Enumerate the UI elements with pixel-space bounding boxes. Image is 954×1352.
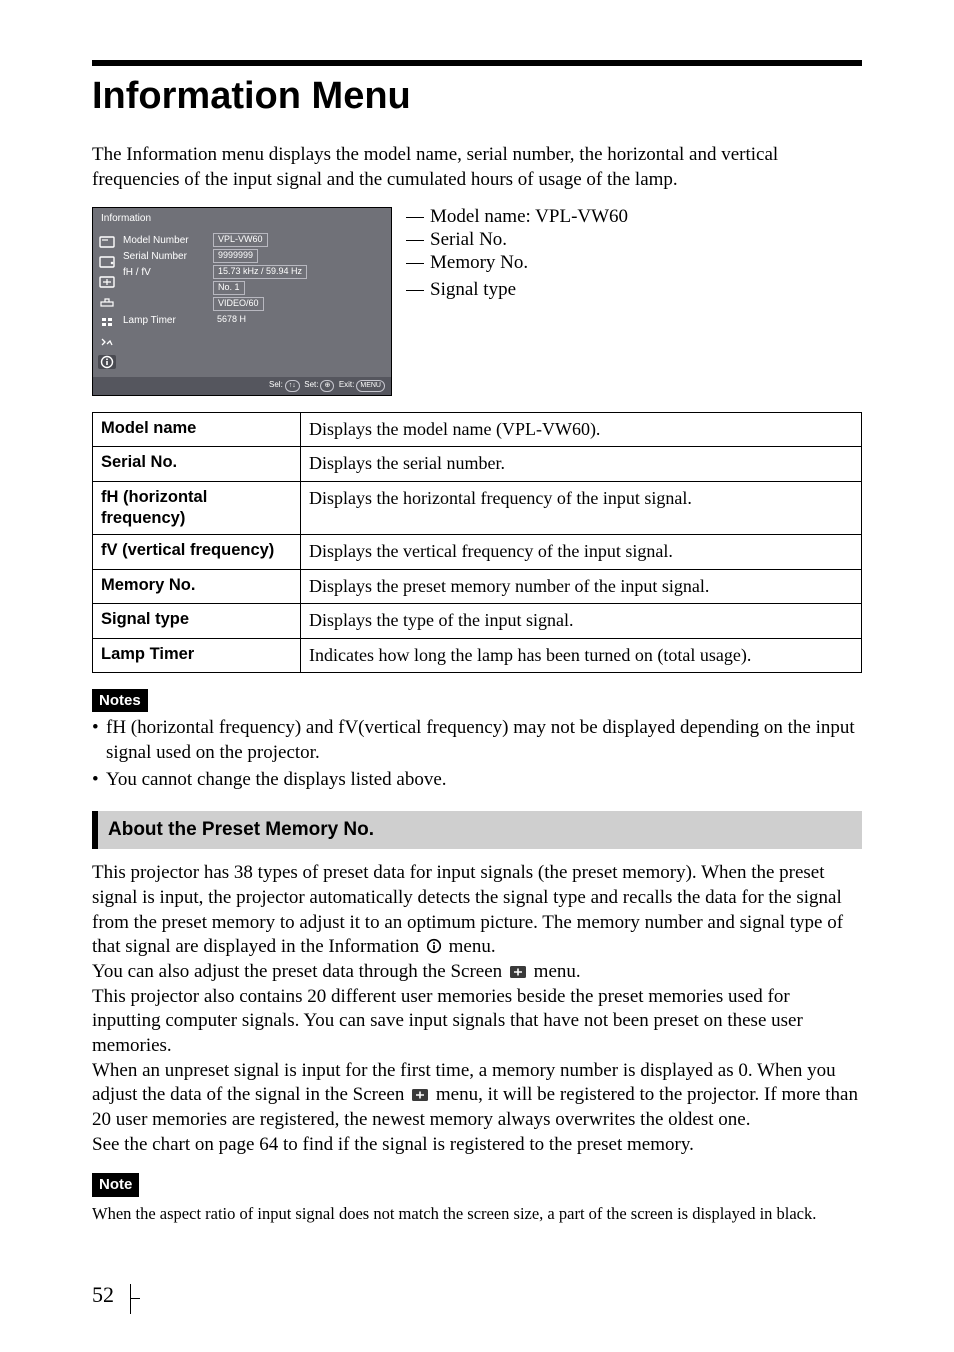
notes-tag: Notes (92, 689, 148, 713)
table-row: Model nameDisplays the model name (VPL-V… (93, 412, 862, 446)
row-header: Serial No. (93, 447, 301, 481)
note-tag: Note (92, 1173, 139, 1197)
osd-serial-value: 9999999 (213, 249, 258, 263)
advanced-picture-icon (98, 255, 116, 269)
callout-memory-no: Memory No. (406, 255, 628, 272)
table-row: fH (horizontal frequency)Displays the ho… (93, 481, 862, 535)
page-title: Information Menu (92, 72, 862, 121)
osd-menu-icons (93, 229, 121, 377)
osd-footer-sel: Sel: (269, 380, 283, 389)
information-icon (98, 355, 116, 369)
table-row: Memory No.Displays the preset memory num… (93, 569, 862, 603)
osd-footer-exit-key: MENU (356, 380, 385, 392)
screen-icon (98, 275, 116, 289)
intro-text: The Information menu displays the model … (92, 143, 862, 192)
table-row: Lamp TimerIndicates how long the lamp ha… (93, 638, 862, 672)
callout-model-name: Model name: VPL-VW60 (406, 209, 628, 226)
body-p1b: menu. (449, 936, 496, 957)
notes-list: fH (horizontal frequency) and fV(vertica… (92, 716, 862, 792)
osd-footer-sel-key: ↑↓ (285, 380, 300, 392)
osd-model-label: Model Number (123, 234, 213, 247)
osd-signal-value: VIDEO/60 (213, 297, 264, 311)
table-row: Serial No.Displays the serial number. (93, 447, 862, 481)
osd-footer: Sel:↑↓ Set:⊕ Exit:MENU (93, 377, 391, 395)
row-desc: Indicates how long the lamp has been tur… (301, 638, 862, 672)
body-p5: See the chart on page 64 to find if the … (92, 1133, 862, 1158)
page-corner-mark (130, 1284, 144, 1314)
screen-icon (509, 965, 527, 979)
callout-signal-type: Signal type (406, 282, 628, 299)
osd-panel: Information Model NumberVPL-VW60 Serial … (92, 207, 392, 396)
title-rule (92, 60, 862, 66)
info-table: Model nameDisplays the model name (VPL-V… (92, 412, 862, 673)
osd-title: Information (93, 208, 391, 229)
body-p3: This projector also contains 20 differen… (92, 985, 862, 1059)
osd-fhfv-label: fH / fV (123, 266, 213, 279)
table-row: Signal typeDisplays the type of the inpu… (93, 604, 862, 638)
osd-footer-set: Set: (304, 380, 318, 389)
section-heading: About the Preset Memory No. (92, 811, 862, 850)
row-desc: Displays the serial number. (301, 447, 862, 481)
row-desc: Displays the model name (VPL-VW60). (301, 412, 862, 446)
osd-serial-label: Serial Number (123, 250, 213, 263)
list-item: You cannot change the displays listed ab… (92, 768, 862, 793)
list-item: fH (horizontal frequency) and fV(vertica… (92, 716, 862, 765)
osd-memory-value: No. 1 (213, 281, 245, 295)
osd-lamp-label: Lamp Timer (123, 314, 213, 327)
row-header: Memory No. (93, 569, 301, 603)
row-header: Model name (93, 412, 301, 446)
body-p2a: You can also adjust the preset data thro… (92, 961, 507, 982)
osd-model-value: VPL-VW60 (213, 233, 268, 247)
picture-icon (98, 235, 116, 249)
body-p2b: menu. (534, 961, 581, 982)
function-icon (98, 315, 116, 329)
page-number: 52 (92, 1281, 114, 1310)
osd-figure: Information Model NumberVPL-VW60 Serial … (92, 207, 862, 396)
installation-icon (98, 335, 116, 349)
osd-callouts: Model name: VPL-VW60 Serial No. Memory N… (392, 207, 628, 300)
osd-footer-exit: Exit: (339, 380, 355, 389)
table-row: fV (vertical frequency)Displays the vert… (93, 535, 862, 569)
callout-serial-no: Serial No. (406, 232, 628, 249)
row-header: fH (horizontal frequency) (93, 481, 301, 535)
screen-icon (411, 1088, 429, 1102)
row-desc: Displays the preset memory number of the… (301, 569, 862, 603)
row-desc: Displays the type of the input signal. (301, 604, 862, 638)
row-desc: Displays the vertical frequency of the i… (301, 535, 862, 569)
osd-footer-set-key: ⊕ (320, 380, 334, 392)
setup-icon (98, 295, 116, 309)
information-icon (426, 938, 442, 954)
row-header: Signal type (93, 604, 301, 638)
row-header: Lamp Timer (93, 638, 301, 672)
row-header: fV (vertical frequency) (93, 535, 301, 569)
osd-lamp-value: 5678 H (213, 314, 250, 326)
row-desc: Displays the horizontal frequency of the… (301, 481, 862, 535)
osd-fhfv-value: 15.73 kHz / 59.94 Hz (213, 265, 307, 279)
body-text: This projector has 38 types of preset da… (92, 861, 862, 1157)
note-text: When the aspect ratio of input signal do… (92, 1203, 862, 1224)
